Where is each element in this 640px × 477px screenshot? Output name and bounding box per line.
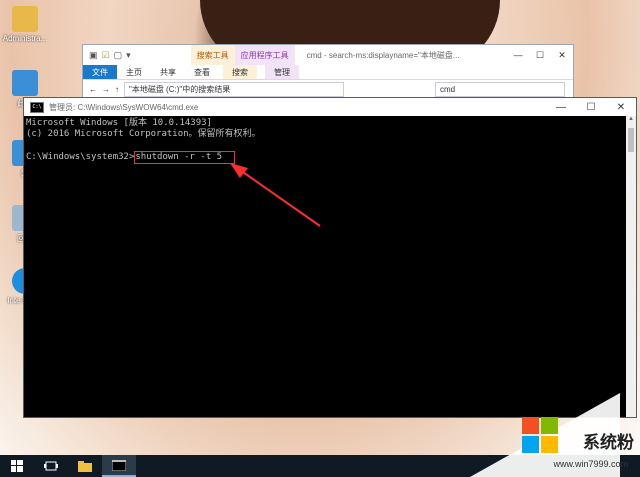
taskbar-cmd[interactable] bbox=[102, 455, 136, 477]
windows-flag-logo bbox=[522, 417, 558, 453]
windows-logo-icon bbox=[11, 460, 23, 472]
cmd-icon bbox=[112, 459, 126, 471]
folder-icon bbox=[78, 460, 92, 472]
logo-square bbox=[522, 417, 539, 434]
logo-square bbox=[541, 436, 558, 453]
logo-square bbox=[522, 436, 539, 453]
taskbar-file-explorer[interactable] bbox=[68, 455, 102, 477]
start-button[interactable] bbox=[0, 455, 34, 477]
watermark: 系统粉 www.win7999.com bbox=[470, 393, 640, 477]
watermark-url: www.win7999.com bbox=[553, 459, 628, 469]
task-view-icon bbox=[44, 461, 58, 471]
task-view-button[interactable] bbox=[34, 455, 68, 477]
watermark-text: 系统粉 bbox=[583, 433, 634, 452]
logo-square bbox=[541, 417, 558, 434]
